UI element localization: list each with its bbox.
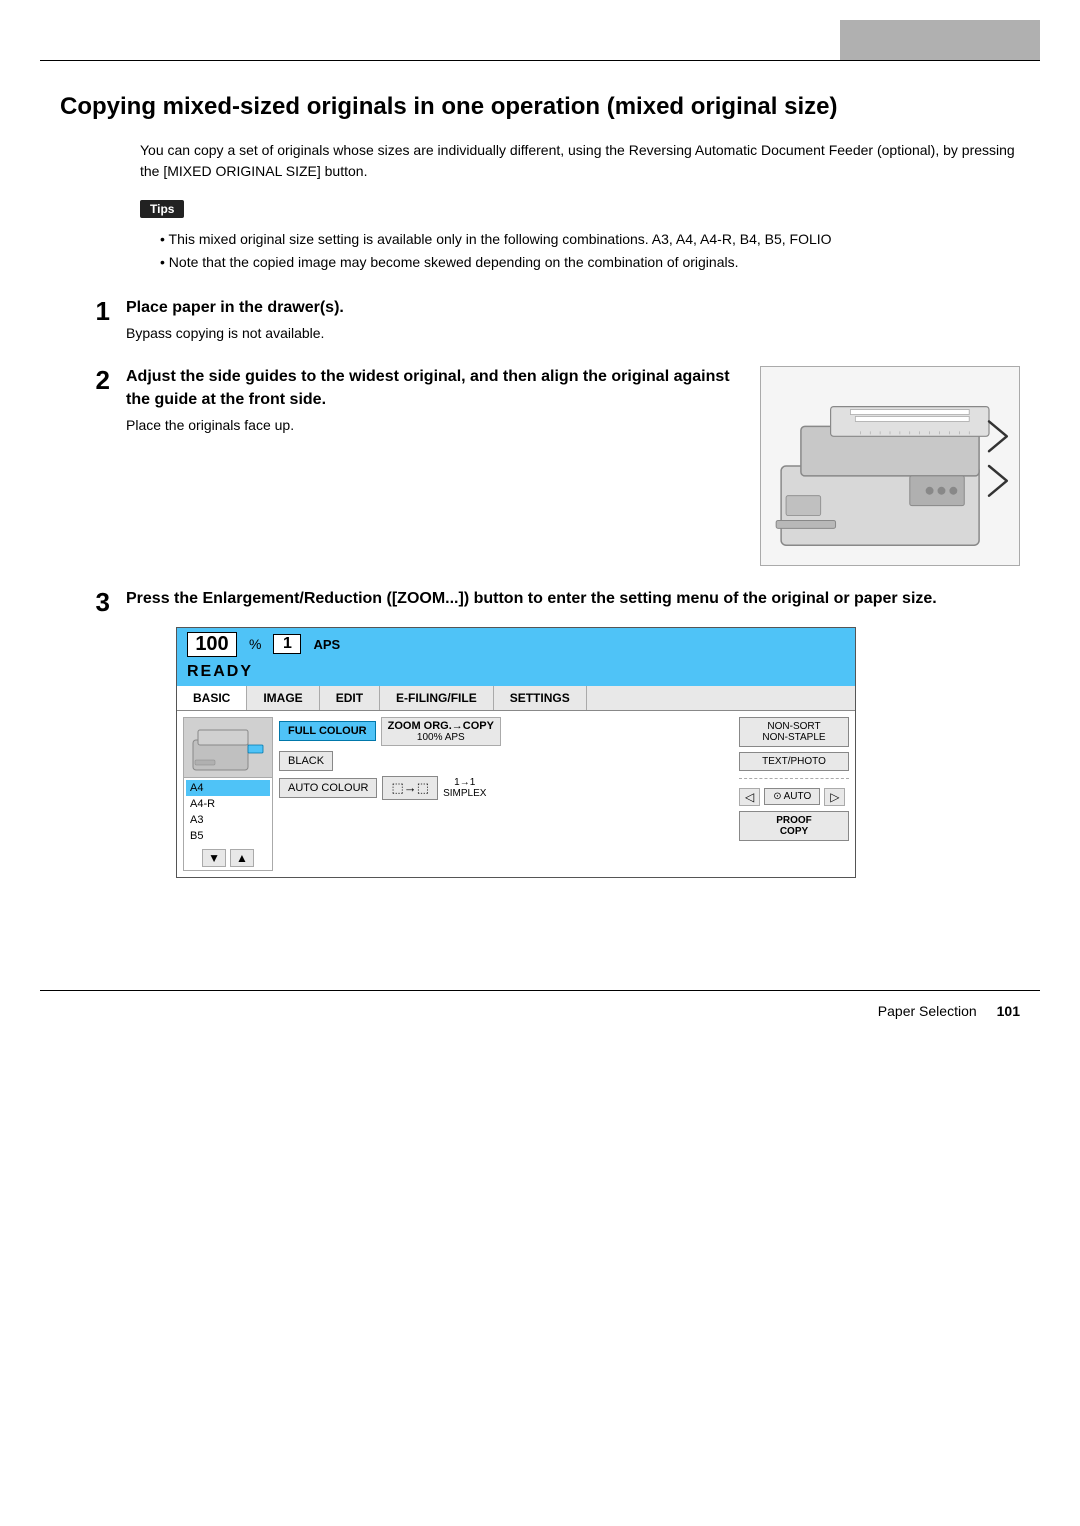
paper-scroll-up[interactable]: ▲ (230, 849, 254, 867)
step-2-number: 2 (60, 366, 110, 395)
step-2-desc: Place the originals face up. (126, 415, 740, 436)
screen-body: A4 A4-R A3 B5 ▼ ▲ (177, 711, 855, 877)
step-1-content: Place paper in the drawer(s). Bypass cop… (126, 297, 1020, 344)
tip-item-1: This mixed original size setting is avai… (160, 228, 1020, 250)
next-arrow[interactable]: ▷ (824, 788, 845, 806)
colour-row: FULL COLOUR ZOOM ORG.→COPY 100% APS (279, 717, 733, 746)
step-2-text: Adjust the side guides to the widest ori… (126, 366, 740, 436)
machine-icon (184, 718, 272, 778)
screen-tabs: BASIC IMAGE EDIT E-FILING/FILE SETTINGS (177, 686, 855, 711)
step-3-number: 3 (60, 588, 110, 617)
paper-a3[interactable]: A3 (186, 812, 270, 828)
step-2-content: Adjust the side guides to the widest ori… (126, 366, 1020, 566)
btn-full-colour[interactable]: FULL COLOUR (279, 721, 376, 741)
screen-status-bar: 100 % 1 APS (177, 628, 855, 661)
screen-ui: 100 % 1 APS READY BASIC IMAGE EDIT E-FIL… (176, 627, 856, 878)
step-1-title: Place paper in the drawer(s). (126, 297, 1020, 319)
btn-text-photo[interactable]: TEXT/PHOTO (739, 752, 849, 771)
tab-image[interactable]: IMAGE (247, 686, 319, 710)
duplex-btn[interactable]: ⬚→⬚ (382, 776, 438, 800)
step-2-wrapper: Adjust the side guides to the widest ori… (126, 366, 1020, 566)
footer-page: 101 (997, 1003, 1020, 1019)
screen-copies: 1 (273, 634, 301, 654)
tab-settings[interactable]: SETTINGS (494, 686, 587, 710)
auto-label: AUTO (784, 791, 812, 802)
btn-auto[interactable]: ⊙ AUTO (764, 788, 820, 805)
screen-percent: 100 (187, 632, 237, 657)
copier-illustration (760, 366, 1020, 566)
btn-auto-colour[interactable]: AUTO COLOUR (279, 778, 377, 798)
btn-proof-copy[interactable]: PROOFCOPY (739, 811, 849, 841)
step-1: 1 Place paper in the drawer(s). Bypass c… (60, 297, 1020, 344)
page-title: Copying mixed-sized originals in one ope… (60, 91, 1020, 122)
tab-basic[interactable]: BASIC (177, 686, 247, 710)
auto-btn-row: ◁ ⊙ AUTO ▷ (739, 788, 849, 806)
duplex-icon: ⬚→⬚ (391, 780, 429, 796)
step-2-title: Adjust the side guides to the widest ori… (126, 366, 740, 411)
step-3: 3 Press the Enlargement/Reduction ([ZOOM… (60, 588, 1020, 877)
step-3-content: Press the Enlargement/Reduction ([ZOOM..… (126, 588, 1020, 877)
simplex-label: SIMPLEX (443, 788, 486, 799)
tip-item-2: Note that the copied image may become sk… (160, 251, 1020, 273)
prev-arrow[interactable]: ◁ (739, 788, 760, 806)
screen-paper-list: A4 A4-R A3 B5 (184, 778, 272, 846)
right-panel: NON-SORTNON-STAPLE TEXT/PHOTO ◁ ⊙ AUTO (739, 717, 849, 871)
screen-ready: READY (177, 661, 855, 686)
screen-aps-label: APS (313, 637, 340, 652)
tips-label: Tips (140, 200, 184, 218)
bottom-divider (40, 990, 1040, 991)
tab-efiling[interactable]: E-FILING/FILE (380, 686, 494, 710)
black-row: BLACK (279, 751, 733, 771)
intro-text: You can copy a set of originals whose si… (140, 140, 1020, 182)
paper-a4r[interactable]: A4-R (186, 796, 270, 812)
paper-a4[interactable]: A4 (186, 780, 270, 796)
steps: 1 Place paper in the drawer(s). Bypass c… (60, 297, 1020, 878)
step-2: 2 Adjust the side guides to the widest o… (60, 366, 1020, 566)
content: Copying mixed-sized originals in one ope… (0, 61, 1080, 960)
paper-b5[interactable]: B5 (186, 828, 270, 844)
screen-pct-sign: % (249, 636, 261, 652)
step-1-number: 1 (60, 297, 110, 326)
zoom-bottom-label: 100% APS (417, 732, 465, 743)
tips-list: This mixed original size setting is avai… (160, 228, 1020, 273)
step-3-title: Press the Enlargement/Reduction ([ZOOM..… (126, 588, 1020, 610)
simplex-arrow: 1→1 (454, 777, 475, 788)
auto-colour-row: AUTO COLOUR ⬚→⬚ 1→1 SIMPLEX (279, 776, 733, 800)
auto-icon: ⊙ (773, 791, 781, 802)
zoom-info: ZOOM ORG.→COPY 100% APS (381, 717, 501, 746)
step-1-desc: Bypass copying is not available. (126, 323, 1020, 344)
top-gray-box (840, 20, 1040, 60)
btn-black[interactable]: BLACK (279, 751, 333, 771)
footer: Paper Selection 101 (0, 1003, 1080, 1019)
paper-scroll-down[interactable]: ▼ (202, 849, 226, 867)
btn-non-sort[interactable]: NON-SORTNON-STAPLE (739, 717, 849, 747)
zoom-top-label: ZOOM ORG.→COPY (388, 720, 494, 732)
screen-center-panel: FULL COLOUR ZOOM ORG.→COPY 100% APS BLAC… (279, 717, 733, 871)
screen-left-panel: A4 A4-R A3 B5 ▼ ▲ (183, 717, 273, 871)
footer-section: Paper Selection (878, 1003, 977, 1019)
tab-edit[interactable]: EDIT (320, 686, 380, 710)
top-bar (0, 0, 1080, 60)
